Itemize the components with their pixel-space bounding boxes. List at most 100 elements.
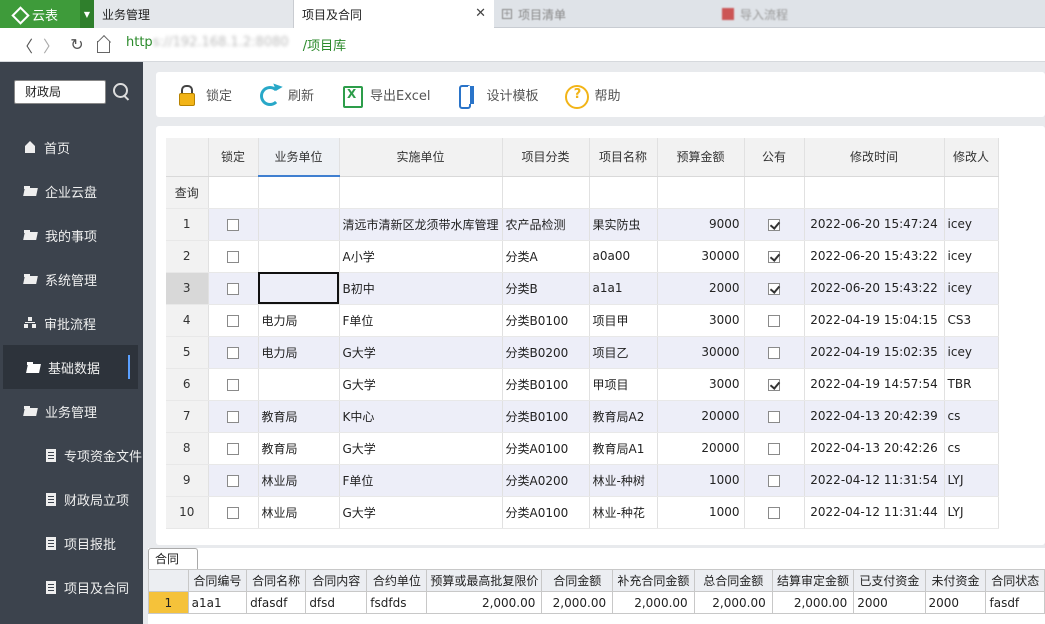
cell-modified-time[interactable]: 2022-04-13 20:42:39 (804, 400, 945, 433)
cell-category[interactable]: 分类A0100 (502, 496, 590, 529)
contract-col-header[interactable]: 未付资金 (924, 569, 987, 592)
contract-col-header[interactable]: 合同内容 (305, 569, 368, 592)
table-row[interactable]: 3 B初中 分类B a1a1 2000 2022-06-20 15:43:22 icey (166, 272, 999, 305)
back-icon[interactable]: 〈 (12, 32, 38, 58)
cell-business-unit[interactable] (258, 368, 340, 401)
checkbox[interactable] (768, 442, 781, 455)
tab-import[interactable]: 导入流程 (714, 0, 934, 28)
forward-icon[interactable]: 〉 (38, 32, 64, 58)
cell-project-name[interactable]: a1a1 (589, 272, 658, 305)
cell-budget[interactable]: 30000 (657, 336, 745, 369)
cell-modified-by[interactable]: LYJ (944, 464, 999, 497)
cell-budget[interactable]: 1000 (657, 496, 745, 529)
cell-business-unit[interactable]: 电力局 (258, 304, 340, 337)
cell-project-name[interactable]: 林业-种树 (589, 464, 658, 497)
cell-project-name[interactable]: a0a00 (589, 240, 658, 273)
cell-business-unit[interactable] (258, 208, 340, 241)
cell-budget[interactable]: 2000 (657, 272, 745, 305)
cell-modified-time[interactable]: 2022-04-13 20:42:26 (804, 432, 945, 465)
cell-modified-by[interactable]: cs (944, 400, 999, 433)
checkbox[interactable] (227, 378, 239, 391)
col-header[interactable]: 项目分类 (502, 138, 590, 177)
checkbox[interactable] (768, 506, 781, 519)
col-header[interactable]: 项目名称 (589, 138, 658, 177)
query-cell[interactable] (339, 176, 503, 209)
cell-modified-by[interactable]: icey (944, 240, 999, 273)
row-number[interactable]: 2 (166, 240, 209, 273)
help-button[interactable]: 帮助 (564, 84, 621, 109)
cell-modified-time[interactable]: 2022-04-12 11:31:44 (804, 496, 945, 529)
checkbox[interactable] (768, 410, 781, 423)
cell-business-unit[interactable]: 林业局 (258, 464, 340, 497)
contract-cell[interactable]: dfasdf (246, 591, 307, 614)
close-icon[interactable]: ✕ (475, 6, 486, 21)
contract-col-header[interactable]: 合同状态 (985, 569, 1045, 592)
cell-modified-by[interactable]: icey (944, 208, 999, 241)
row-number[interactable]: 4 (166, 304, 209, 337)
query-cell[interactable] (208, 176, 259, 209)
checkbox[interactable] (227, 442, 239, 455)
search-icon[interactable] (112, 82, 132, 102)
contract-col-header[interactable]: 合同编号 (187, 569, 248, 592)
tab-contract[interactable]: 合同 (148, 548, 198, 569)
cell-project-name[interactable]: 林业-种花 (589, 496, 658, 529)
cell-modified-by[interactable]: LYJ (944, 496, 999, 529)
cell-modified-by[interactable]: icey (944, 336, 999, 369)
lock-checkbox[interactable] (208, 432, 259, 465)
checkbox[interactable] (227, 410, 239, 423)
sidebar-item-business[interactable]: 业务管理 (0, 389, 143, 433)
public-checkbox[interactable] (744, 304, 805, 337)
query-cell[interactable] (589, 176, 658, 209)
cell-business-unit[interactable] (258, 240, 340, 273)
contract-col-header[interactable]: 合同名称 (246, 569, 307, 592)
checkbox[interactable] (227, 474, 239, 487)
lock-checkbox[interactable] (208, 464, 259, 497)
query-cell[interactable] (944, 176, 999, 209)
cell-impl-unit[interactable]: 清远市清新区龙须带水库管理 (339, 208, 503, 241)
public-checkbox[interactable] (744, 208, 805, 241)
cell-business-unit[interactable]: 教育局 (258, 400, 340, 433)
checkbox[interactable] (768, 282, 781, 295)
contract-col-header[interactable]: 已支付资金 (853, 569, 926, 592)
lock-checkbox[interactable] (208, 400, 259, 433)
lock-checkbox[interactable] (208, 496, 259, 529)
table-row[interactable]: 1 清远市清新区龙须带水库管理 农产品检测 果实防虫 9000 2022-06-20 15… (166, 208, 999, 241)
cell-budget[interactable]: 3000 (657, 368, 745, 401)
lock-checkbox[interactable] (208, 368, 259, 401)
contract-cell[interactable]: 2,000.00 (693, 591, 773, 614)
reload-icon[interactable]: ↻ (64, 32, 90, 58)
row-number[interactable]: 8 (166, 432, 209, 465)
table-row[interactable]: 10 林业局 G大学 分类A0100 林业-种花 1000 2022-04-12 11:31… (166, 496, 999, 529)
lock-checkbox[interactable] (208, 304, 259, 337)
public-checkbox[interactable] (744, 272, 805, 305)
table-row[interactable]: 2 A小学 分类A a0a00 30000 2022-06-20 15:43:22 icey (166, 240, 999, 273)
sidebar-item-special-fund[interactable]: 专项资金文件 (0, 433, 143, 477)
cell-business-unit[interactable]: 教育局 (258, 432, 340, 465)
col-header[interactable]: 预算金额 (657, 138, 745, 177)
sidebar-item-project-contract[interactable]: 项目及合同 (0, 565, 143, 609)
contract-col-header[interactable]: 补充合同金额 (612, 569, 695, 592)
checkbox[interactable] (227, 346, 239, 359)
row-number[interactable]: 9 (166, 464, 209, 497)
cell-modified-time[interactable]: 2022-04-19 15:02:35 (804, 336, 945, 369)
cell-modified-time[interactable]: 2022-06-20 15:43:22 (804, 240, 945, 273)
col-header[interactable]: 实施单位 (339, 138, 503, 177)
contract-cell[interactable]: dfsd (305, 591, 368, 614)
col-header[interactable]: 业务单位 (258, 138, 340, 177)
sidebar-item-approval[interactable]: 审批流程 (0, 301, 143, 345)
col-header[interactable]: 修改人 (944, 138, 999, 177)
query-cell[interactable] (657, 176, 745, 209)
sidebar-item-cloud-disk[interactable]: 企业云盘 (0, 169, 143, 213)
table-row[interactable]: 5 电力局 G大学 分类B0200 项目乙 30000 2022-04-19 15:02:3… (166, 336, 999, 369)
cell-category[interactable]: 分类B0100 (502, 304, 590, 337)
cell-business-unit[interactable] (258, 272, 340, 305)
cell-category[interactable]: 分类B0100 (502, 368, 590, 401)
contract-row[interactable]: 1 a1a1 dfasdf dfsd fsdfds 2,000.00 2,000.00 2,0… (148, 591, 1045, 614)
sidebar-item-project-report[interactable]: 项目报批 (0, 521, 143, 565)
lock-button[interactable]: 锁定 (176, 84, 232, 106)
public-checkbox[interactable] (744, 240, 805, 273)
row-number[interactable]: 7 (166, 400, 209, 433)
cell-category[interactable]: 分类B (502, 272, 590, 305)
sidebar-item-my-tasks[interactable]: 我的事项 (0, 213, 143, 257)
contract-cell[interactable]: 2000 (924, 591, 987, 614)
